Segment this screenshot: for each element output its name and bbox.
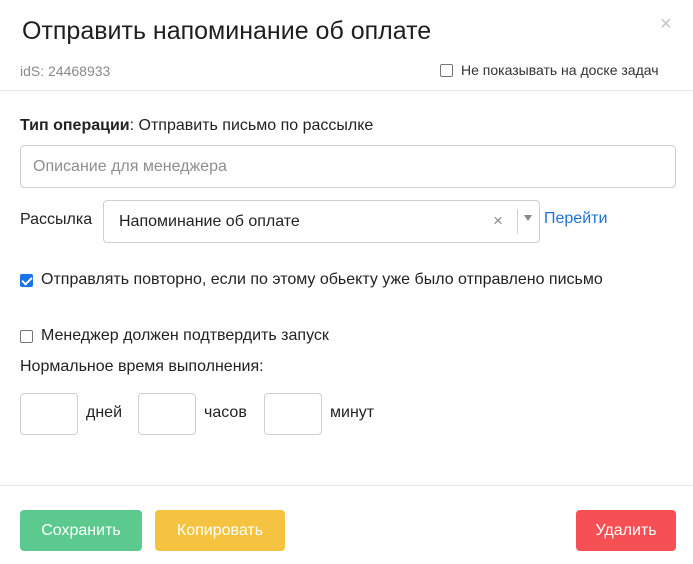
operation-type-label: Тип операции — [20, 117, 130, 134]
copy-button[interactable]: Копировать — [155, 510, 285, 551]
days-label: дней — [86, 404, 123, 421]
resend-checkbox[interactable] — [20, 273, 33, 287]
footer-divider — [0, 485, 693, 486]
header-divider — [0, 90, 693, 91]
confirm-launch-toggle[interactable]: Менеджер должен подтвердить запуск — [20, 327, 329, 345]
mailing-label: Рассылка — [20, 211, 93, 228]
operation-type-value: : Отправить письмо по рассылке — [129, 117, 374, 134]
mailing-selected-value: Напоминание об оплате — [119, 213, 300, 230]
minutes-label: минут — [330, 404, 375, 421]
delete-button[interactable]: Удалить — [576, 510, 676, 551]
days-input[interactable] — [20, 393, 78, 435]
confirm-launch-label: Менеджер должен подтвердить запуск — [41, 327, 329, 344]
resend-label: Отправлять повторно, если по этому обьек… — [41, 271, 603, 288]
hours-label: часов — [204, 404, 247, 421]
manager-description-input[interactable] — [20, 145, 676, 188]
ids-label: idS: 24468933 — [20, 63, 111, 79]
clear-selection-icon[interactable]: × — [493, 211, 503, 231]
chevron-down-icon[interactable] — [524, 215, 532, 221]
hide-on-board-checkbox[interactable] — [440, 63, 453, 77]
save-button[interactable]: Сохранить — [20, 510, 142, 551]
minutes-input[interactable] — [264, 393, 322, 435]
hide-on-board-label: Не показывать на доске задач — [461, 62, 659, 78]
normal-time-label: Нормальное время выполнения: — [20, 358, 264, 375]
goto-mailing-link[interactable]: Перейти — [544, 210, 607, 228]
dialog: Отправить напоминание об оплате × idS: 2… — [0, 0, 693, 564]
dialog-title: Отправить напоминание об оплате — [22, 17, 432, 45]
hours-input[interactable] — [138, 393, 196, 435]
hide-on-board-toggle[interactable]: Не показывать на доске задач — [440, 62, 659, 78]
resend-toggle[interactable]: Отправлять повторно, если по этому обьек… — [20, 271, 603, 289]
mailing-select[interactable]: Напоминание об оплате × — [103, 200, 540, 243]
operation-type: Тип операции: Отправить письмо по рассыл… — [20, 117, 373, 135]
close-icon[interactable]: × — [660, 14, 672, 34]
confirm-launch-checkbox[interactable] — [20, 329, 33, 343]
select-separator — [517, 209, 518, 234]
